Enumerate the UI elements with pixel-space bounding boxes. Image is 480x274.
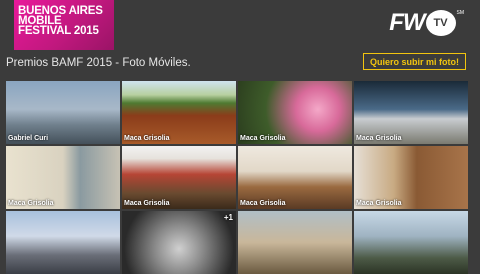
photo-author: Maca Grisolia: [240, 200, 286, 207]
festival-logo-banner[interactable]: BUENOS AIRES MOBILE FESTIVAL 2015: [14, 0, 114, 50]
photo-tile[interactable]: [6, 211, 120, 274]
photo-tile[interactable]: Maca Grisolia: [354, 81, 468, 144]
brand-mark: SM: [456, 10, 465, 16]
photo-author: Maca Grisolia: [240, 135, 286, 142]
photo-tile[interactable]: Maca Grisolia: [354, 146, 468, 209]
plus-one-badge: +1: [223, 213, 233, 222]
photo-author: Maca Grisolia: [356, 135, 402, 142]
photo-tile[interactable]: Maca Grisolia: [122, 81, 236, 144]
photo-tile[interactable]: Maca Grisolia: [238, 146, 352, 209]
photo-author: Maca Grisolia: [124, 135, 170, 142]
fwtv-logo[interactable]: FW TV SM: [389, 9, 465, 36]
banner-line-3: FESTIVAL 2015: [18, 25, 99, 37]
photo-author: Gabriel Curi: [8, 135, 49, 142]
photo-tile[interactable]: [354, 211, 468, 274]
page-title: Premios BAMF 2015 - Foto Móviles.: [6, 57, 191, 69]
brand-letters: FW: [389, 9, 425, 36]
photo-tile[interactable]: Gabriel Curi: [6, 81, 120, 144]
photo-gallery: Gabriel Curi Maca Grisolia Maca Grisolia…: [6, 81, 468, 274]
photo-author: Maca Grisolia: [8, 200, 54, 207]
photo-tile[interactable]: Maca Grisolia: [6, 146, 120, 209]
photo-tile[interactable]: +1: [122, 211, 236, 274]
photo-author: Maca Grisolia: [356, 200, 402, 207]
photo-tile[interactable]: [238, 211, 352, 274]
photo-author: Maca Grisolia: [124, 200, 170, 207]
photo-tile[interactable]: Maca Grisolia: [238, 81, 352, 144]
upload-photo-button[interactable]: Quiero subir mi foto!: [363, 53, 466, 70]
photo-tile[interactable]: Maca Grisolia: [122, 146, 236, 209]
brand-circle: TV: [425, 10, 456, 36]
